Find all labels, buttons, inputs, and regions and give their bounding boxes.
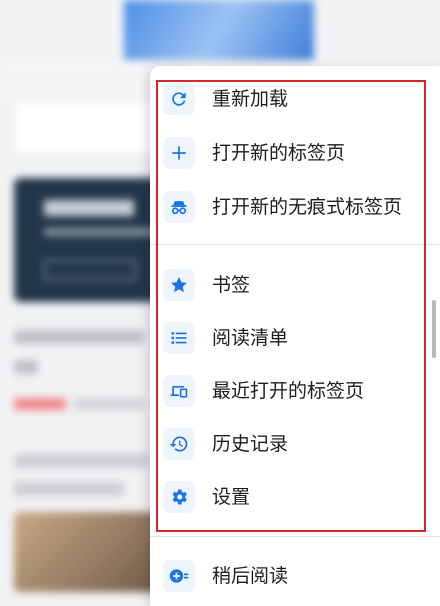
star-icon: [163, 269, 195, 301]
menu-item-new-tab[interactable]: 打开新的标签页: [150, 130, 440, 176]
menu-item-label: 书签: [212, 274, 251, 296]
devices-icon: [163, 375, 195, 407]
menu-item-label: 设置: [212, 486, 251, 508]
menu-item-label: 重新加载: [212, 88, 289, 110]
menu-divider: [150, 536, 440, 537]
menu-item-label: 打开新的无痕式标签页: [212, 196, 403, 218]
reload-icon: [163, 83, 195, 115]
menu-item-reading-list[interactable]: 阅读清单: [150, 315, 440, 361]
background-banner: [124, 0, 314, 60]
menu-divider: [150, 244, 440, 245]
menu-scrollbar[interactable]: [432, 300, 436, 358]
incognito-icon: [163, 191, 195, 223]
menu-item-reload[interactable]: 重新加载: [150, 76, 440, 122]
menu-item-new-incognito-tab[interactable]: 打开新的无痕式标签页: [150, 184, 440, 230]
history-icon: [163, 428, 195, 460]
menu-item-bookmarks[interactable]: 书签: [150, 262, 440, 308]
menu-item-settings[interactable]: 设置: [150, 474, 440, 520]
menu-item-read-later[interactable]: 稍后阅读: [150, 553, 440, 599]
menu-item-label: 最近打开的标签页: [212, 380, 365, 402]
gear-icon: [163, 481, 195, 513]
menu-item-recent-tabs[interactable]: 最近打开的标签页: [150, 368, 440, 414]
list-icon: [163, 322, 195, 354]
background-thumbnail: [14, 512, 164, 592]
menu-item-label: 稍后阅读: [212, 565, 289, 587]
read-later-icon: [163, 560, 195, 592]
plus-icon: [163, 137, 195, 169]
menu-item-label: 阅读清单: [212, 327, 289, 349]
menu-item-history[interactable]: 历史记录: [150, 421, 440, 467]
menu-item-label: 打开新的标签页: [212, 142, 346, 164]
menu-item-label: 历史记录: [212, 433, 289, 455]
